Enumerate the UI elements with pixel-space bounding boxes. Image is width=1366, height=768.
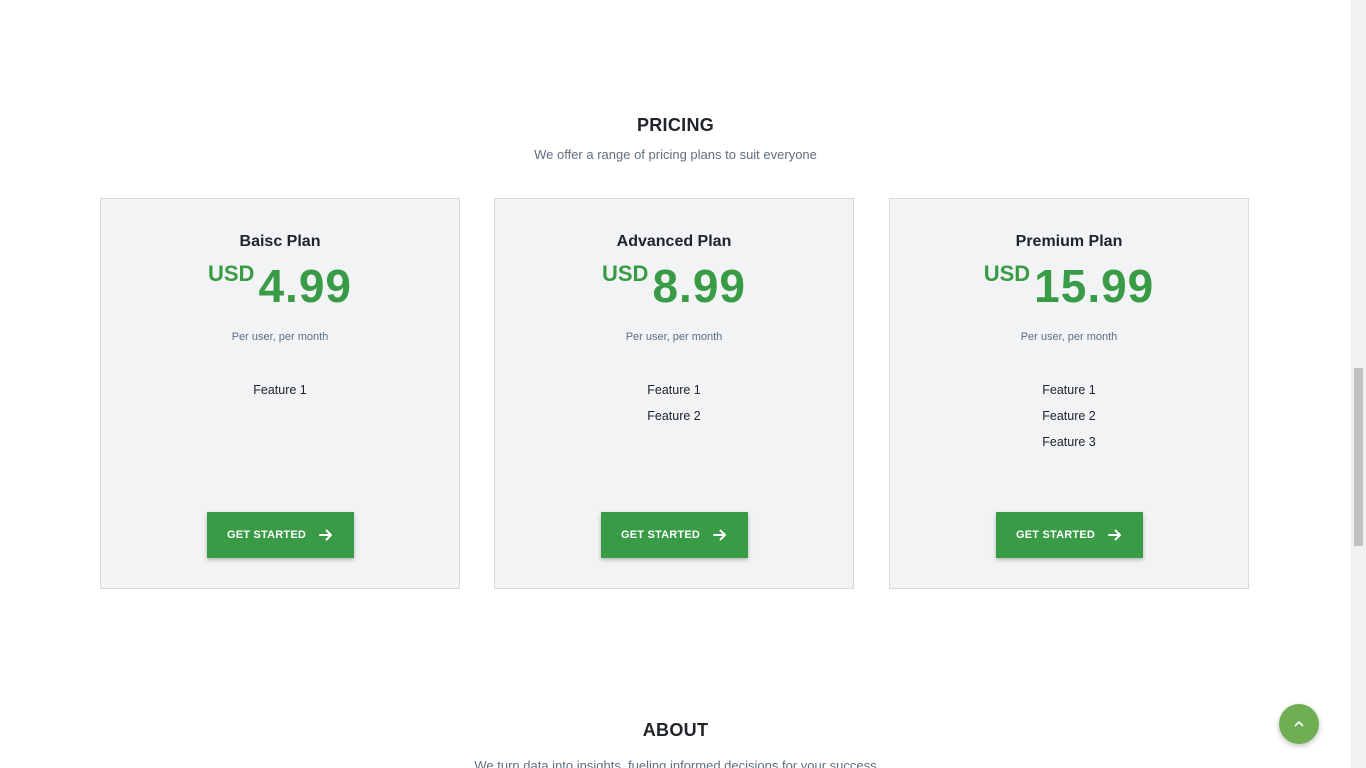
get-started-label: GET STARTED xyxy=(227,529,306,541)
about-title: ABOUT xyxy=(642,720,709,740)
feature-item: Feature 2 xyxy=(1042,409,1096,423)
feature-item: Feature 2 xyxy=(647,409,701,423)
price-currency: USD xyxy=(208,261,255,286)
feature-list: Feature 1 Feature 2 xyxy=(495,377,853,429)
plan-name: Baisc Plan xyxy=(239,233,321,250)
pricing-card-basic: Baisc Plan USD4.99 Per user, per month F… xyxy=(100,198,460,589)
page-scrollbar[interactable] xyxy=(1351,0,1366,768)
scroll-to-top-button[interactable] xyxy=(1279,704,1319,744)
pricing-title: PRICING xyxy=(636,115,715,135)
page: PRICING We offer a range of pricing plan… xyxy=(0,0,1351,768)
price-currency: USD xyxy=(983,261,1031,286)
chevron-up-icon xyxy=(1294,721,1304,727)
plan-period: Per user, per month xyxy=(625,331,723,343)
plan-price: USD4.99 xyxy=(101,257,459,315)
plan-price: USD8.99 xyxy=(495,257,853,315)
arrow-right-icon xyxy=(713,529,726,541)
feature-item: Feature 1 xyxy=(1042,383,1096,397)
plan-name: Premium Plan xyxy=(1015,233,1123,250)
about-subtitle: We turn data into insights, fueling info… xyxy=(474,758,877,768)
pricing-card-advanced: Advanced Plan USD8.99 Per user, per mont… xyxy=(494,198,854,589)
arrow-right-icon xyxy=(1108,529,1121,541)
plan-price: USD15.99 xyxy=(890,257,1248,315)
get-started-button[interactable]: GET STARTED xyxy=(996,512,1143,558)
plan-name: Advanced Plan xyxy=(616,233,732,250)
feature-item: Feature 3 xyxy=(1042,435,1096,449)
plan-period: Per user, per month xyxy=(1020,331,1118,343)
get-started-label: GET STARTED xyxy=(621,529,700,541)
arrow-right-icon xyxy=(319,529,332,541)
price-amount: 4.99 xyxy=(258,260,352,312)
feature-list: Feature 1 Feature 2 Feature 3 xyxy=(890,377,1248,455)
get-started-label: GET STARTED xyxy=(1016,529,1095,541)
pricing-subtitle: We offer a range of pricing plans to sui… xyxy=(534,147,817,162)
price-currency: USD xyxy=(602,261,649,286)
price-amount: 8.99 xyxy=(652,260,746,312)
scrollbar-thumb[interactable] xyxy=(1354,368,1363,546)
get-started-button[interactable]: GET STARTED xyxy=(601,512,748,558)
feature-list: Feature 1 xyxy=(101,377,459,403)
feature-item: Feature 1 xyxy=(253,383,307,397)
feature-item: Feature 1 xyxy=(647,383,701,397)
price-amount: 15.99 xyxy=(1034,260,1155,312)
get-started-button[interactable]: GET STARTED xyxy=(207,512,354,558)
pricing-card-premium: Premium Plan USD15.99 Per user, per mont… xyxy=(889,198,1249,589)
plan-period: Per user, per month xyxy=(231,331,329,343)
